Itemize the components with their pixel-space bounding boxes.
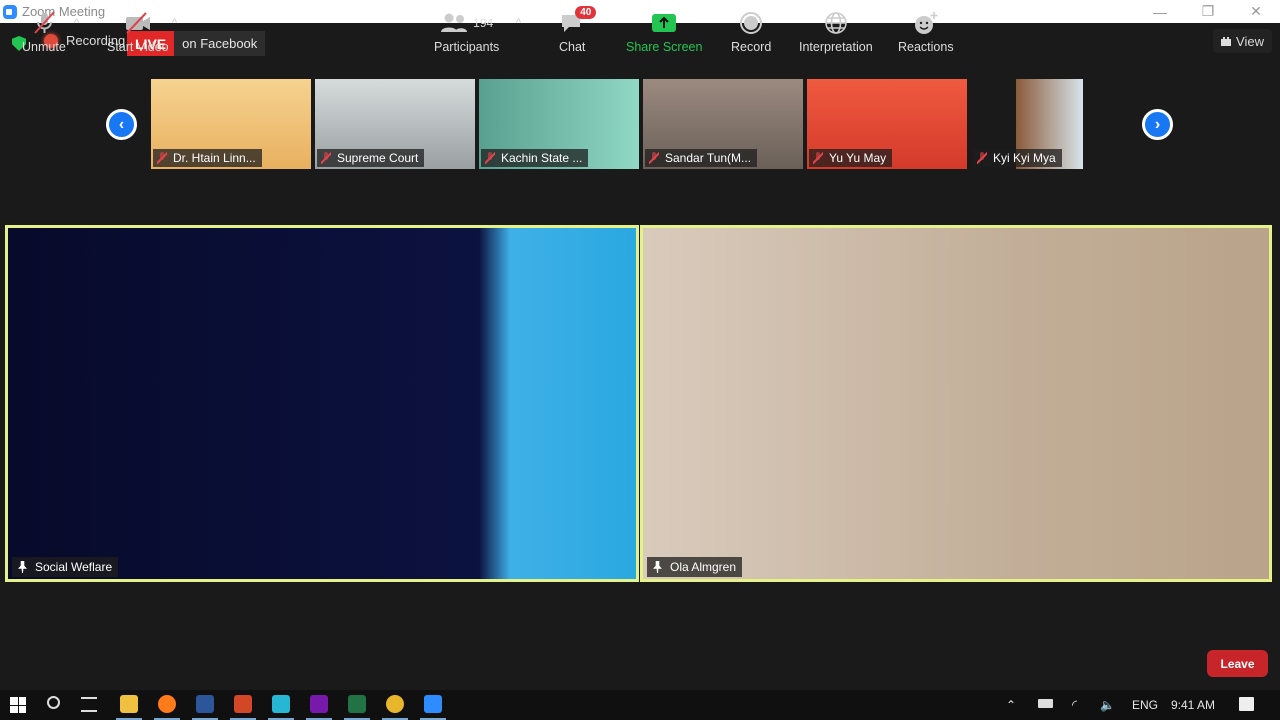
windows-taskbar	[0, 690, 1280, 720]
participant-thumbnail[interactable]: Sandar Tun(M...	[643, 79, 803, 169]
muted-mic-icon	[813, 152, 823, 164]
record-icon	[739, 10, 763, 36]
start-video-button[interactable]: Start Video	[107, 10, 169, 54]
participant-name: Dr. Htain Linn...	[173, 151, 256, 165]
gallery-prev-button[interactable]: ‹	[106, 109, 137, 140]
file-explorer-taskbar-icon[interactable]	[120, 695, 138, 713]
zoom-app-icon	[3, 4, 17, 19]
system-clock[interactable]: 9:41 AM	[1171, 690, 1215, 720]
record-button[interactable]: Record	[731, 10, 771, 54]
chat-button[interactable]: 40 Chat	[559, 6, 597, 54]
input-language[interactable]: ENG	[1132, 690, 1158, 720]
audio-options-caret[interactable]: ^	[74, 17, 79, 29]
view-label: View	[1236, 33, 1264, 49]
participant-thumbnail[interactable]: Yu Yu May	[807, 79, 967, 169]
record-label: Record	[731, 40, 772, 54]
globe-icon	[824, 10, 848, 36]
interpretation-label: Interpretation	[799, 40, 873, 54]
reactions-label: Reactions	[898, 40, 954, 54]
muted-mic-icon	[157, 152, 167, 164]
speaker-name: Social Weflare	[35, 560, 113, 574]
onenote-taskbar-icon[interactable]	[310, 695, 328, 713]
chat-badge: 40	[575, 6, 597, 19]
live-platform: on Facebook	[174, 31, 266, 56]
participants-options-caret[interactable]: ^	[516, 17, 521, 29]
participant-name: Kachin State ...	[501, 151, 583, 165]
whatsapp-taskbar-icon[interactable]	[272, 695, 290, 713]
participants-label: Participants	[434, 40, 500, 54]
share-screen-button[interactable]: Share Screen	[626, 10, 702, 54]
participant-name: Kyi Kyi Mya	[993, 151, 1056, 165]
volume-icon[interactable]: 🔈	[1100, 690, 1115, 720]
firefox-taskbar-icon[interactable]	[158, 695, 176, 713]
chat-icon: 40	[559, 6, 597, 36]
share-screen-icon	[651, 10, 677, 36]
add-reaction-icon	[913, 10, 939, 36]
chrome-taskbar-icon[interactable]	[386, 695, 404, 713]
muted-microphone-icon	[31, 10, 57, 36]
windows-start-icon[interactable]	[10, 697, 26, 713]
video-options-caret[interactable]: ^	[172, 17, 177, 29]
participant-count: 194	[473, 16, 494, 30]
meeting-toolbar	[0, 630, 1280, 690]
restore-button[interactable]: ❐	[1184, 0, 1232, 23]
pin-icon	[653, 561, 662, 573]
participant-thumbnail[interactable]: Kyi Kyi Mya	[971, 79, 1131, 169]
video-off-icon	[124, 10, 152, 36]
unmute-button[interactable]: Unmute	[22, 10, 66, 54]
wifi-icon[interactable]: ◜	[1072, 690, 1077, 720]
task-view-icon[interactable]	[81, 697, 97, 712]
start-video-label: Start Video	[107, 40, 169, 54]
muted-mic-icon	[977, 152, 987, 164]
participant-thumbnail[interactable]: Supreme Court	[315, 79, 475, 169]
interpretation-button[interactable]: Interpretation	[799, 10, 873, 54]
participant-thumbnail[interactable]: Dr. Htain Linn...	[151, 79, 311, 169]
close-button[interactable]: ✕	[1232, 0, 1280, 23]
muted-mic-icon	[321, 152, 331, 164]
participant-name: Yu Yu May	[829, 151, 887, 165]
word-taskbar-icon[interactable]	[196, 695, 214, 713]
minimize-button[interactable]: —	[1136, 0, 1184, 23]
muted-mic-icon	[649, 152, 659, 164]
video-tile-ola-almgren[interactable]: Ola Almgren	[640, 225, 1272, 582]
chat-label: Chat	[559, 40, 586, 54]
view-button[interactable]: View	[1213, 29, 1272, 53]
share-screen-label: Share Screen	[626, 40, 703, 54]
action-center-icon[interactable]	[1239, 697, 1254, 711]
speaker-name: Ola Almgren	[670, 560, 737, 574]
unmute-label: Unmute	[22, 40, 66, 54]
pin-icon	[18, 561, 27, 573]
leave-button[interactable]: Leave	[1207, 650, 1268, 677]
participant-name: Supreme Court	[337, 151, 419, 165]
search-icon[interactable]	[47, 696, 60, 709]
zoom-taskbar-icon[interactable]	[424, 695, 442, 713]
participants-icon: 194	[440, 10, 493, 36]
video-tile-social-weflare[interactable]: Social Weflare	[5, 225, 639, 582]
powerpoint-taskbar-icon[interactable]	[234, 695, 252, 713]
battery-icon[interactable]	[1038, 699, 1053, 708]
gallery-next-button[interactable]: ›	[1142, 109, 1173, 140]
participant-thumbnail[interactable]: Kachin State ...	[479, 79, 639, 169]
show-hidden-icons[interactable]: ⌃	[1006, 690, 1016, 720]
participant-name: Sandar Tun(M...	[665, 151, 752, 165]
view-icon	[1221, 36, 1232, 46]
muted-mic-icon	[485, 152, 495, 164]
excel-taskbar-icon[interactable]	[348, 695, 366, 713]
participants-button[interactable]: 194 Participants	[434, 10, 499, 54]
gallery-strip: Dr. Htain Linn... Supreme Court Kachin S…	[151, 79, 1131, 169]
reactions-button[interactable]: Reactions	[898, 10, 954, 54]
